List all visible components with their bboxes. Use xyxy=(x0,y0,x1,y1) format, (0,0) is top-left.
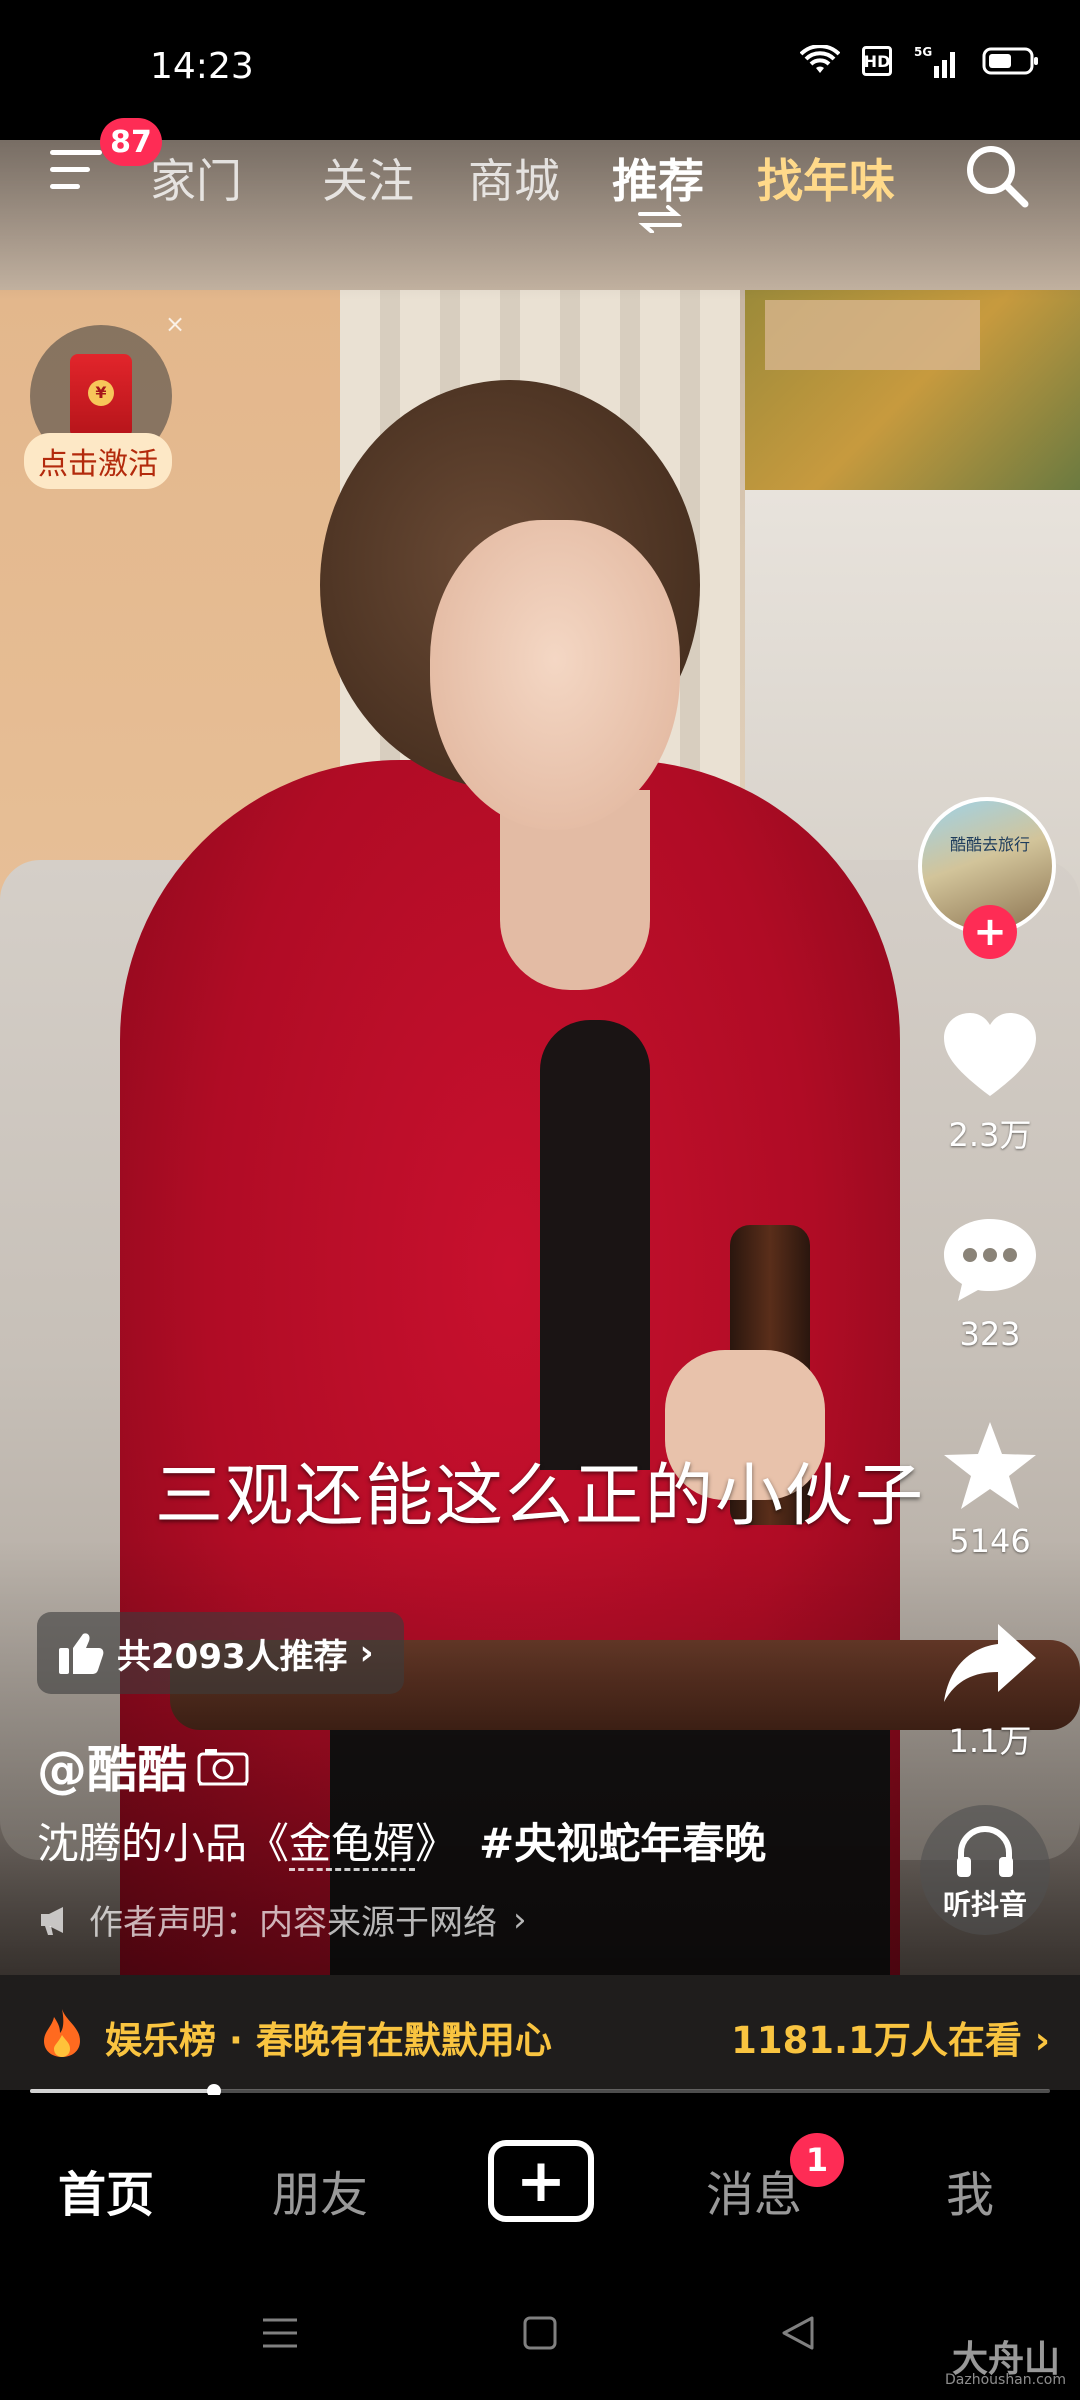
watermark-url: Dazhoushan.com xyxy=(945,2372,1066,2388)
comment-button[interactable]: 323 xyxy=(930,1215,1050,1353)
chevron-right-icon: › xyxy=(1034,2019,1050,2062)
trending-viewers: 1181.1万人在看 xyxy=(731,2019,1022,2062)
author-name: @酷酷 xyxy=(37,1741,187,1799)
share-arrow-icon xyxy=(944,1624,1036,1702)
megaphone-icon xyxy=(41,1906,63,1935)
tab-following[interactable]: 关注 xyxy=(322,145,414,211)
avatar-text: 酷酷去旅行 xyxy=(950,835,1031,854)
cellular-signal-icon: 5G xyxy=(914,44,960,78)
svg-text:5G: 5G xyxy=(914,45,932,59)
creator-avatar[interactable]: 酷酷去旅行 + xyxy=(918,797,1058,959)
nav-home[interactable]: 首页 xyxy=(58,2155,154,2225)
close-icon[interactable]: × xyxy=(165,310,185,338)
like-button[interactable]: 2.3万 xyxy=(930,1010,1050,1156)
author-disclaimer[interactable]: 作者声明：内容来源于网络 › xyxy=(37,1895,527,1944)
trending-title[interactable]: 娱乐榜 · 春晚有在默默用心 xyxy=(105,2010,552,2064)
comment-count: 323 xyxy=(959,1315,1021,1353)
search-icon[interactable] xyxy=(963,142,1031,210)
create-button[interactable]: + xyxy=(488,2140,594,2222)
share-button[interactable]: 1.1万 xyxy=(930,1620,1050,1762)
disclaimer-text: 作者声明：内容来源于网络 xyxy=(89,1903,497,1943)
share-count: 1.1万 xyxy=(948,1722,1032,1760)
red-packet-widget[interactable]: 点击激活 xyxy=(24,325,180,489)
nav-me[interactable]: 我 xyxy=(946,2155,994,2225)
tab-mall[interactable]: 商城 xyxy=(468,145,560,211)
flame-icon xyxy=(44,2009,80,2057)
plus-icon: + xyxy=(515,2146,567,2216)
back-icon[interactable] xyxy=(780,2315,816,2351)
chevron-right-icon: › xyxy=(359,1633,374,1673)
follow-button[interactable]: + xyxy=(963,905,1017,959)
listen-button[interactable]: 听抖音 xyxy=(920,1805,1050,1935)
wifi-icon xyxy=(800,45,840,77)
thumbs-up-icon xyxy=(59,1633,104,1674)
status-bar: 14:23 HD 5G xyxy=(0,0,1080,140)
camera-icon xyxy=(197,1749,249,1786)
video-progress-fill xyxy=(30,2089,214,2093)
author-handle[interactable]: @酷酷 xyxy=(37,1730,249,1802)
red-packet-label: 点击激活 xyxy=(24,433,172,489)
swap-icon xyxy=(636,205,684,234)
hashtag-link[interactable]: #央视蛇年春晚 xyxy=(479,1819,766,1868)
nav-friends[interactable]: 朋友 xyxy=(272,2155,368,2225)
tab-new-year[interactable]: 找年味 xyxy=(757,145,895,211)
black-top xyxy=(540,1020,650,1470)
hd-icon: HD xyxy=(862,46,892,76)
heart-icon xyxy=(944,1013,1036,1096)
recommend-pill[interactable]: 共2093人推荐 › xyxy=(37,1612,404,1694)
like-count: 2.3万 xyxy=(948,1116,1032,1154)
headphones-icon xyxy=(957,1826,1013,1877)
battery-icon xyxy=(982,46,1040,76)
nav-messages[interactable]: 消息 xyxy=(706,2155,802,2225)
listen-label: 听抖音 xyxy=(942,1888,1027,1921)
chevron-right-icon: › xyxy=(513,1899,527,1940)
status-time: 14:23 xyxy=(150,46,254,87)
post-description: 沈腾的小品《金龟婿》 #央视蛇年春晚 xyxy=(37,1810,766,1871)
recents-icon[interactable] xyxy=(260,2315,300,2351)
comment-icon xyxy=(944,1219,1036,1301)
blurred-region xyxy=(765,300,980,370)
trending-count: 1181.1万人在看 › xyxy=(731,2010,1050,2064)
tab-family[interactable]: 家门 xyxy=(150,145,242,211)
tab-recommend[interactable]: 推荐 xyxy=(612,145,704,211)
menu-icon[interactable] xyxy=(50,150,102,194)
description-link[interactable]: 金龟婿 xyxy=(289,1819,416,1871)
face xyxy=(430,520,680,830)
description-suffix: 》 xyxy=(415,1819,458,1868)
home-icon[interactable] xyxy=(522,2315,558,2351)
message-badge: 1 xyxy=(790,2133,844,2187)
description-prefix: 沈腾的小品《 xyxy=(37,1819,290,1868)
recommend-text: 共2093人推荐 xyxy=(117,1636,348,1677)
video-subtitle: 三观还能这么正的小伙子 xyxy=(154,1457,925,1536)
status-icons: HD 5G xyxy=(800,44,1040,78)
